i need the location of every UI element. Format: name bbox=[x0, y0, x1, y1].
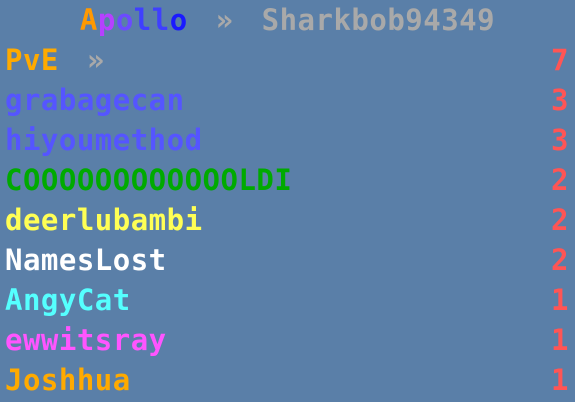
player-row-name: grabagecan bbox=[5, 83, 185, 117]
scoreboard-panel: Apollo » Sharkbob94349 PvE » 7 grabageca… bbox=[0, 0, 575, 402]
player-row-score: 1 bbox=[551, 363, 569, 397]
scoreboard-header: Apollo » Sharkbob94349 bbox=[0, 0, 575, 40]
title-letter: A bbox=[79, 3, 98, 37]
player-row: hiyoumethod 3 bbox=[0, 120, 575, 160]
player-row-score: 2 bbox=[551, 203, 569, 237]
player-row: Joshhua 1 bbox=[0, 360, 575, 400]
player-row-score: 3 bbox=[551, 83, 569, 117]
player-row-name: NamesLost bbox=[5, 243, 167, 277]
section-label: PvE bbox=[5, 43, 59, 77]
player-name: Sharkbob94349 bbox=[261, 3, 496, 37]
player-row-score: 2 bbox=[551, 163, 569, 197]
section-score: 7 bbox=[551, 43, 569, 77]
player-row-score: 3 bbox=[551, 123, 569, 157]
player-row: NamesLost 2 bbox=[0, 240, 575, 280]
section-separator: » bbox=[86, 43, 105, 77]
player-row-name: COOOOOOOOOOOOLDI bbox=[5, 163, 293, 197]
title-letter: o bbox=[115, 3, 134, 37]
player-row-name: deerlubambi bbox=[5, 203, 203, 237]
player-row: COOOOOOOOOOOOLDI 2 bbox=[0, 160, 575, 200]
player-row-name: AngyCat bbox=[5, 283, 131, 317]
title-letter: o bbox=[169, 3, 188, 37]
player-row-name: Joshhua bbox=[5, 363, 131, 397]
player-row: grabagecan 3 bbox=[0, 80, 575, 120]
header-separator: » bbox=[215, 3, 234, 37]
player-row-score: 1 bbox=[551, 323, 569, 357]
title-letter: l bbox=[133, 3, 152, 37]
server-title: Apollo bbox=[80, 0, 188, 40]
title-letter: l bbox=[151, 3, 170, 37]
section-heading: PvE » bbox=[5, 40, 115, 80]
player-row-score: 1 bbox=[551, 283, 569, 317]
player-row-name: ewwitsray bbox=[5, 323, 167, 357]
title-letter: p bbox=[97, 3, 116, 37]
player-row-score: 2 bbox=[551, 243, 569, 277]
player-row: deerlubambi 2 bbox=[0, 200, 575, 240]
player-row: AngyCat 1 bbox=[0, 280, 575, 320]
player-row-name: hiyoumethod bbox=[5, 123, 203, 157]
player-row: ewwitsray 1 bbox=[0, 320, 575, 360]
section-row: PvE » 7 bbox=[0, 40, 575, 80]
